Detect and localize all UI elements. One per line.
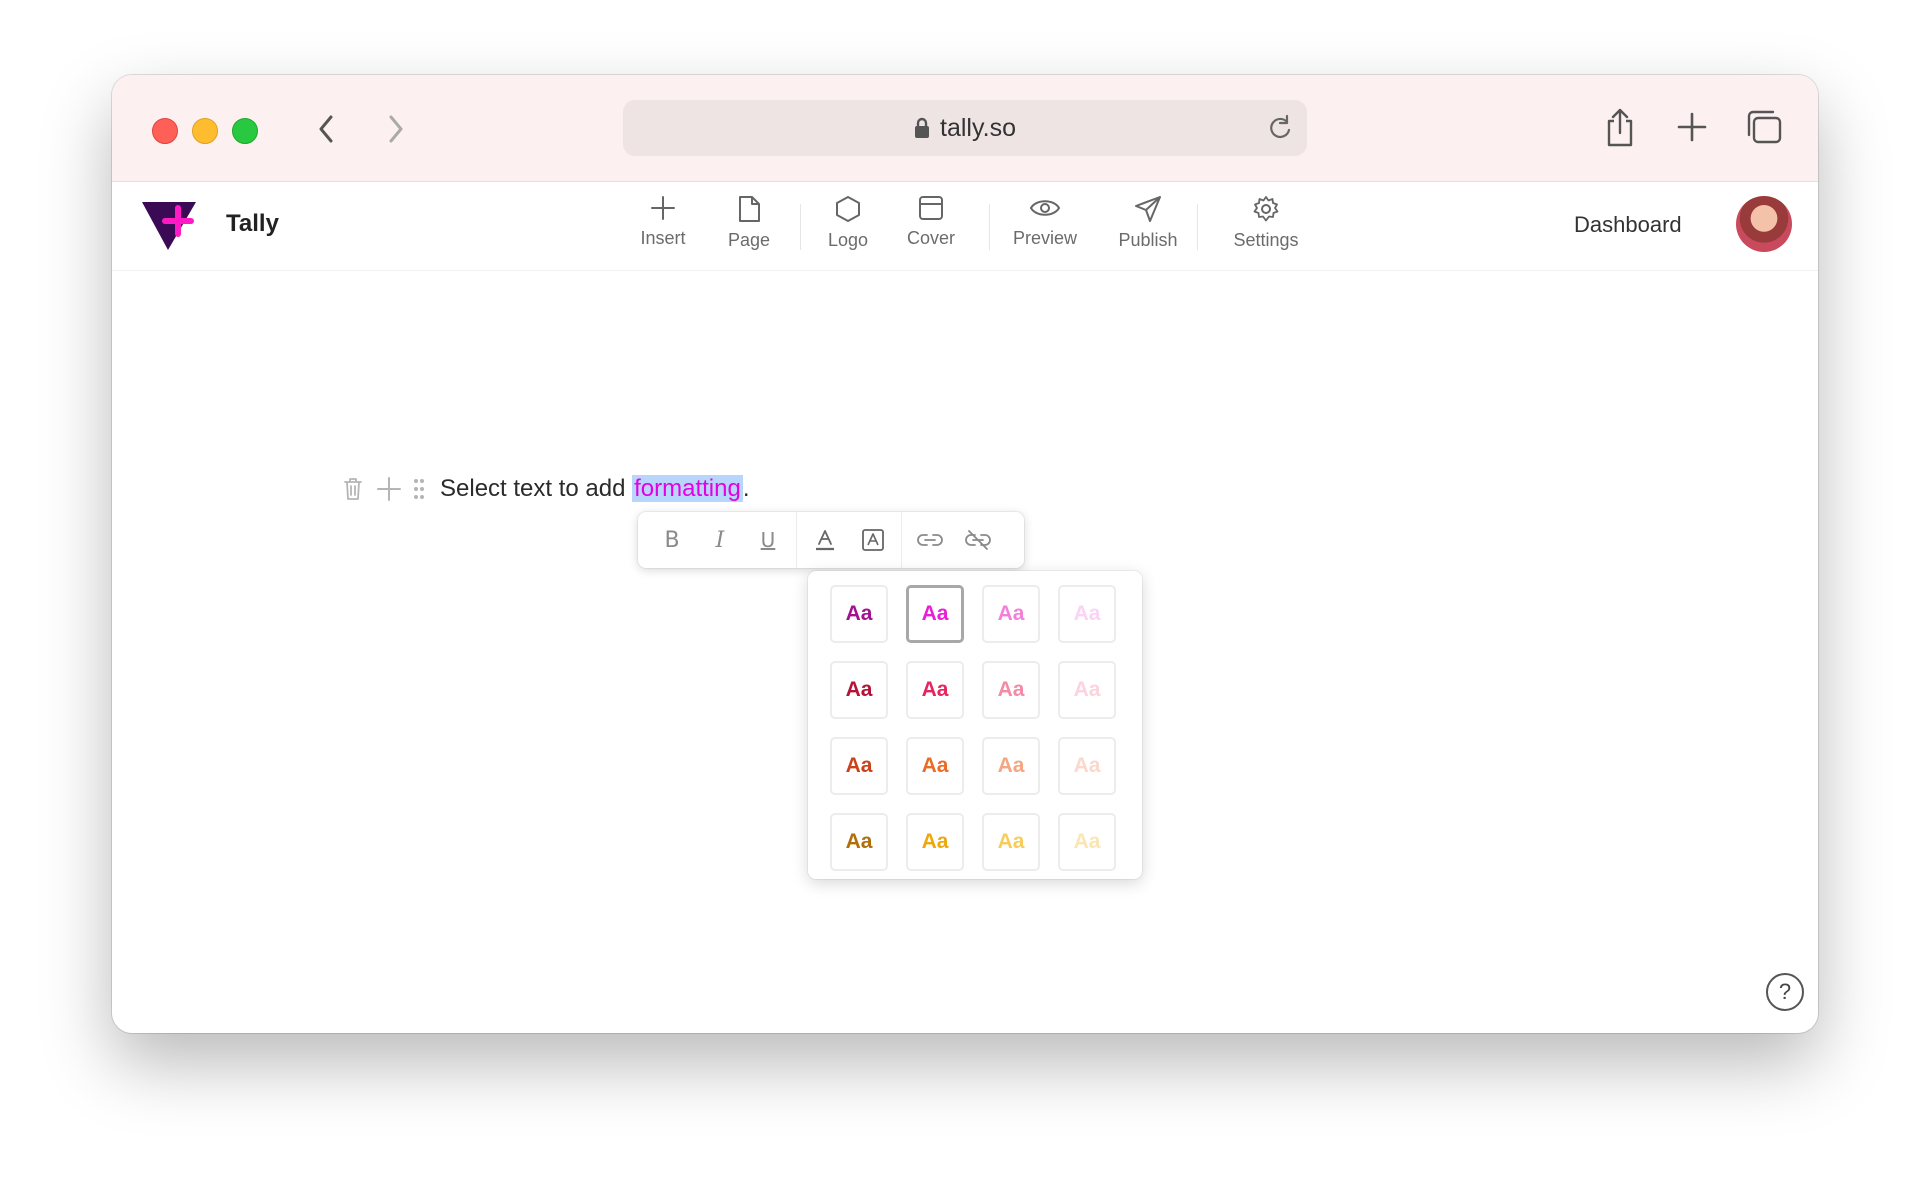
toolbar-logo[interactable]: Logo	[815, 194, 881, 260]
toolbar-divider	[901, 512, 902, 568]
avatar[interactable]	[1736, 196, 1792, 252]
eye-icon	[1029, 200, 1061, 216]
color-swatch[interactable]: Aa	[982, 813, 1040, 871]
toolbar-settings[interactable]: Settings	[1222, 194, 1310, 260]
color-swatch[interactable]: Aa	[1058, 813, 1116, 871]
page-icon	[739, 196, 760, 222]
highlight-button[interactable]	[849, 518, 897, 562]
browser-window: tally.so Tally Insert Page Logo Cover Pr…	[112, 75, 1818, 1033]
color-swatch[interactable]: Aa	[830, 585, 888, 643]
color-swatch[interactable]: Aa	[982, 737, 1040, 795]
color-swatch[interactable]: Aa	[1058, 661, 1116, 719]
new-tab-button[interactable]	[1670, 105, 1714, 149]
toolbar-page-label: Page	[727, 230, 771, 250]
toolbar-insert[interactable]: Insert	[630, 194, 696, 260]
toolbar-logo-label: Logo	[827, 230, 869, 250]
gear-icon	[1253, 196, 1279, 222]
toolbar-cover[interactable]: Cover	[898, 194, 964, 260]
color-swatch[interactable]: Aa	[1058, 585, 1116, 643]
address-bar[interactable]: tally.so	[623, 100, 1307, 156]
form-editor: Select text to add formatting. B I U Aa …	[112, 271, 1818, 1033]
tally-logo[interactable]	[140, 198, 200, 252]
text-color-icon	[816, 530, 834, 551]
toolbar-preview-label: Preview	[1012, 228, 1078, 248]
toolbar-divider	[800, 204, 801, 250]
tally-header: Tally Insert Page Logo Cover Preview Pub…	[112, 182, 1818, 271]
text-color-button[interactable]	[801, 518, 849, 562]
cover-icon	[919, 196, 943, 220]
hexagon-icon	[836, 196, 860, 222]
toolbar-divider	[1197, 204, 1198, 250]
text-block-content[interactable]: Select text to add formatting.	[440, 475, 750, 503]
formatting-toolbar: B I U	[638, 512, 1024, 568]
text-block: Select text to add formatting.	[338, 471, 750, 507]
color-swatch[interactable]: Aa	[830, 813, 888, 871]
color-swatch[interactable]: Aa	[982, 585, 1040, 643]
browser-titlebar: tally.so	[112, 75, 1818, 182]
add-block-button[interactable]	[374, 474, 404, 504]
toolbar-publish[interactable]: Publish	[1108, 194, 1188, 260]
trailing-text: .	[742, 475, 750, 502]
forward-button[interactable]	[376, 109, 416, 149]
plus-icon	[1677, 112, 1707, 142]
plus-icon	[377, 477, 401, 501]
selected-text[interactable]: formatting	[632, 475, 743, 502]
toolbar-publish-label: Publish	[1118, 230, 1178, 250]
tabs-icon	[1747, 110, 1782, 144]
drag-handle[interactable]	[410, 474, 428, 504]
color-swatch[interactable]: Aa	[830, 737, 888, 795]
tab-overview-button[interactable]	[1742, 105, 1786, 149]
toolbar-cover-label: Cover	[906, 228, 955, 248]
unlink-icon	[965, 530, 991, 550]
link-button[interactable]	[906, 518, 954, 562]
toolbar-preview[interactable]: Preview	[1005, 194, 1085, 260]
toolbar-insert-label: Insert	[640, 228, 686, 248]
underline-button[interactable]: U	[744, 518, 792, 562]
dashboard-link[interactable]: Dashboard	[1574, 212, 1682, 238]
close-window-button[interactable]	[152, 118, 178, 144]
back-button[interactable]	[306, 109, 346, 149]
highlight-icon	[862, 529, 884, 551]
color-swatch[interactable]: Aa	[906, 737, 964, 795]
toolbar-divider	[989, 204, 990, 250]
color-swatch[interactable]: Aa	[906, 585, 964, 643]
toolbar-settings-label: Settings	[1233, 230, 1299, 250]
chevron-left-icon	[319, 115, 333, 143]
color-swatch[interactable]: Aa	[982, 661, 1040, 719]
reload-button[interactable]	[1267, 114, 1293, 147]
italic-button[interactable]: I	[696, 518, 744, 562]
bold-icon: B	[664, 527, 680, 553]
drag-handle-icon	[414, 479, 424, 499]
color-swatch[interactable]: Aa	[906, 813, 964, 871]
color-swatch[interactable]: Aa	[830, 661, 888, 719]
tally-logo-icon	[142, 202, 196, 250]
minimize-window-button[interactable]	[192, 118, 218, 144]
color-swatch[interactable]: Aa	[1058, 737, 1116, 795]
send-icon	[1135, 196, 1161, 222]
color-swatch[interactable]: Aa	[906, 661, 964, 719]
italic-icon: I	[715, 527, 725, 553]
text-color-palette: Aa Aa Aa Aa Aa Aa Aa Aa Aa Aa Aa Aa Aa Aa Aa Aa	[808, 571, 1142, 879]
delete-block-button[interactable]	[338, 474, 368, 504]
share-button[interactable]	[1598, 105, 1642, 149]
unlink-button[interactable]	[954, 518, 1002, 562]
share-icon	[1607, 108, 1633, 147]
bold-button[interactable]: B	[648, 518, 696, 562]
url-text: tally.so	[940, 113, 1016, 142]
link-icon	[917, 534, 943, 546]
chevron-right-icon	[389, 115, 403, 143]
plus-icon	[651, 196, 675, 220]
toolbar-divider	[796, 512, 797, 568]
brand-name: Tally	[226, 210, 279, 237]
help-button[interactable]: ?	[1766, 973, 1804, 1011]
lock-icon	[915, 117, 930, 138]
maximize-window-button[interactable]	[232, 118, 258, 144]
toolbar-page[interactable]: Page	[716, 194, 782, 260]
plain-text: Select text to add	[440, 475, 633, 502]
reload-icon	[1270, 114, 1291, 139]
underline-icon: U	[760, 528, 776, 552]
trash-icon	[344, 478, 362, 500]
